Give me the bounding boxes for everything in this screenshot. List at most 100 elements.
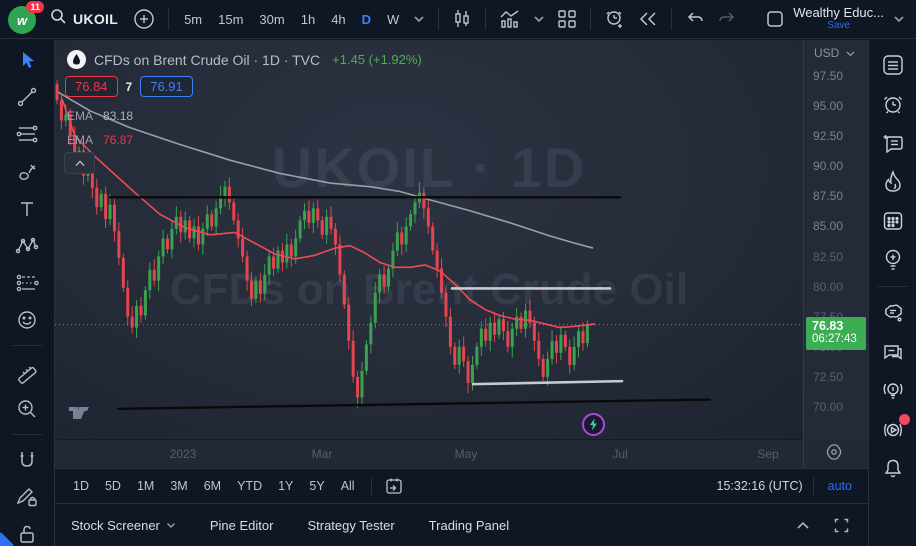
symbol-search-button[interactable]: UKOIL: [44, 4, 124, 34]
ema-legend-slow[interactable]: EMA 83.18: [67, 109, 133, 123]
toolbar-divider: [813, 477, 814, 495]
timeframe-15m[interactable]: 15m: [213, 9, 248, 30]
timeframe-1d[interactable]: D: [357, 9, 376, 30]
pine-editor-tab[interactable]: Pine Editor: [210, 518, 274, 533]
timeframe-4h[interactable]: 4h: [326, 9, 350, 30]
chart-style-candles-button[interactable]: [449, 6, 475, 32]
calendar-icon[interactable]: [879, 208, 907, 234]
lock-all-drawings-icon[interactable]: [13, 522, 41, 546]
buy-price-button[interactable]: 76.91: [140, 76, 193, 97]
alerts-clock-icon[interactable]: [879, 91, 907, 117]
legend-collapse-button[interactable]: [64, 152, 95, 174]
fib-retracement-tool-icon[interactable]: [13, 122, 41, 146]
timeframe-30m[interactable]: 30m: [254, 9, 289, 30]
price-tick: 90.00: [813, 159, 843, 173]
price-tick: 95.00: [813, 99, 843, 113]
layout-name: Wealthy Educ...: [793, 6, 884, 19]
panel-expand-chevron-up-icon[interactable]: [793, 518, 813, 533]
brush-tool-icon[interactable]: [13, 160, 41, 184]
ema-legend-fast[interactable]: EMA 76.87: [67, 133, 133, 147]
price-scale[interactable]: USD 97.5095.0092.5090.0087.5085.0082.508…: [803, 40, 868, 468]
measure-tool-icon[interactable]: [13, 359, 41, 383]
time-tick: 2023: [170, 447, 197, 461]
price-tick: 70.00: [813, 400, 843, 414]
price-tick: 97.50: [813, 69, 843, 83]
notification-count-badge: 11: [26, 1, 44, 13]
auto-scale-toggle[interactable]: auto: [824, 477, 856, 495]
user-menu-button[interactable]: w 11: [8, 4, 38, 34]
time-tick: May: [455, 447, 478, 461]
save-button[interactable]: Save: [827, 19, 850, 32]
time-axis[interactable]: 2023MarMayJulSep: [55, 439, 803, 468]
indicators-button[interactable]: [496, 6, 524, 32]
magnet-mode-icon[interactable]: [13, 448, 41, 472]
tradingview-app: w 11 UKOIL 5m 15m 30m 1h 4h D W: [0, 0, 916, 546]
timeframe-menu-chevron-down-icon[interactable]: [410, 12, 428, 26]
timeframe-1h[interactable]: 1h: [296, 9, 320, 30]
redo-button[interactable]: [714, 8, 740, 30]
tradingview-logo[interactable]: [68, 402, 100, 426]
timeframe-5m[interactable]: 5m: [179, 9, 207, 30]
range-6m[interactable]: 6M: [198, 476, 227, 496]
save-layout-checkbox[interactable]: [763, 8, 787, 30]
text-tool-icon[interactable]: [13, 197, 41, 221]
bar-replay-button[interactable]: [635, 8, 661, 30]
range-1m[interactable]: 1M: [131, 476, 160, 496]
timeframe-1w[interactable]: W: [382, 9, 404, 30]
minds-thought-cloud-icon[interactable]: [879, 300, 907, 326]
chart-canvas[interactable]: UKOIL · 1D CFDs on Brent Crude Oil CFDs …: [55, 40, 803, 439]
stock-screener-tab[interactable]: Stock Screener: [71, 518, 176, 533]
time-tick: Sep: [757, 447, 778, 461]
prediction-tool-icon[interactable]: [13, 271, 41, 295]
spread-value: 7: [126, 80, 133, 94]
price-tick: 72.50: [813, 370, 843, 384]
zoom-in-tool-icon[interactable]: [13, 396, 41, 420]
notes-icon[interactable]: [879, 130, 907, 156]
live-badge: [899, 414, 910, 425]
layout-name-save[interactable]: Wealthy Educ... Save: [793, 6, 884, 32]
chart-bottom-toolbar: 1D 5D 1M 3M 6M YTD 1Y 5Y All 15:32:16 (U…: [55, 468, 868, 503]
toolbar-divider: [590, 8, 591, 30]
currency-selector[interactable]: USD: [804, 40, 868, 64]
chat-icon[interactable]: [879, 339, 907, 365]
sell-price-button[interactable]: 76.84: [65, 76, 118, 97]
scale-settings-gear-icon[interactable]: [824, 442, 844, 467]
drawing-mode-lock-icon[interactable]: [13, 485, 41, 509]
instant-trading-bolt-button[interactable]: [582, 413, 605, 436]
ideas-bulb-icon[interactable]: [879, 247, 907, 273]
candlestick-chart[interactable]: [55, 40, 803, 439]
go-to-date-icon[interactable]: [382, 474, 406, 498]
panel-maximize-icon[interactable]: [831, 515, 852, 536]
corner-accent: [0, 532, 14, 546]
create-alert-button[interactable]: [601, 6, 629, 32]
indicator-templates-chevron-down-icon[interactable]: [530, 12, 548, 26]
range-5y[interactable]: 5Y: [303, 476, 330, 496]
streams-bulb-broadcast-icon[interactable]: [879, 378, 907, 404]
notifications-bell-icon[interactable]: [879, 456, 907, 482]
trend-line-tool-icon[interactable]: [13, 85, 41, 109]
strategy-tester-tab[interactable]: Strategy Tester: [307, 518, 394, 533]
layout-grid-button[interactable]: [554, 6, 580, 32]
range-ytd[interactable]: YTD: [231, 476, 268, 496]
emoji-tool-icon[interactable]: [13, 308, 41, 332]
range-1d[interactable]: 1D: [67, 476, 95, 496]
bar-countdown: 06:27:43: [812, 333, 866, 346]
range-3m[interactable]: 3M: [164, 476, 193, 496]
trading-panel-tab[interactable]: Trading Panel: [429, 518, 509, 533]
undo-button[interactable]: [682, 8, 708, 30]
cursor-tool-icon[interactable]: [13, 48, 41, 72]
xabcd-pattern-tool-icon[interactable]: [13, 234, 41, 258]
toolbar-divider: [12, 434, 42, 435]
range-1y[interactable]: 1Y: [272, 476, 299, 496]
watchlist-icon[interactable]: [879, 52, 907, 78]
price-change: +1.45 (+1.92%): [332, 52, 422, 67]
clock-utc[interactable]: 15:32:16 (UTC): [717, 479, 803, 493]
live-streams-play-icon[interactable]: [879, 417, 907, 443]
compare-add-symbol-button[interactable]: [130, 5, 158, 33]
time-tick: Jul: [612, 447, 627, 461]
symbol-legend[interactable]: CFDs on Brent Crude Oil · 1D · TVC +1.45…: [67, 50, 422, 69]
layout-menu-chevron-down-icon[interactable]: [890, 12, 908, 26]
range-all[interactable]: All: [335, 476, 361, 496]
hotlists-flame-icon[interactable]: [879, 169, 907, 195]
range-5d[interactable]: 5D: [99, 476, 127, 496]
